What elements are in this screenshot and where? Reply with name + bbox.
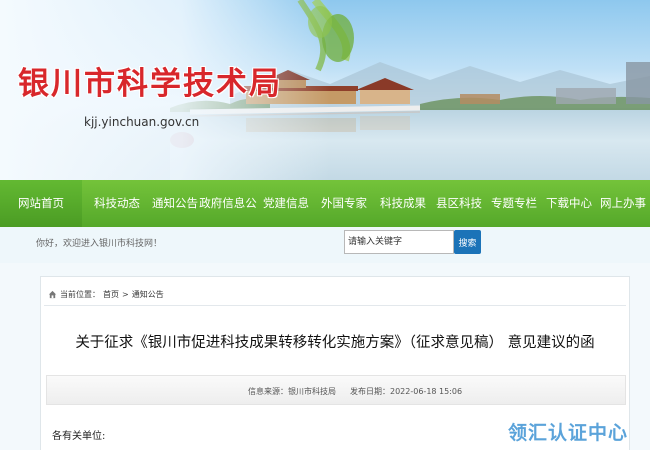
article-date: 发布日期：2022-06-18 15:06: [350, 386, 462, 397]
breadcrumb: 当前位置： 首页 > 通知公告: [48, 289, 164, 300]
home-icon: [48, 290, 57, 299]
welcome-text: 你好，欢迎进入银川市科技网！: [36, 239, 163, 249]
nav-item-tech-news[interactable]: 科技动态: [82, 180, 152, 227]
article-salutation: 各有关单位:: [52, 431, 106, 442]
date-label: 发布日期：: [350, 387, 390, 396]
nav-item-county-tech[interactable]: 县区科技: [432, 180, 486, 227]
search-input[interactable]: [344, 230, 454, 254]
nav-item-party-building[interactable]: 党建信息: [258, 180, 314, 227]
site-title-logo[interactable]: 银川市科学技术局: [18, 58, 282, 103]
main-nav-bar: 网站首页 科技动态 通知公告 政府信息公开 党建信息 外国专家 科技成果 县区科…: [0, 180, 650, 257]
header-banner: 银川市科学技术局 kjj.yinchuan.gov.cn: [0, 0, 650, 180]
source-value: 银川市科技局: [288, 387, 336, 396]
nav-item-online-services[interactable]: 网上办事: [596, 180, 650, 227]
breadcrumb-divider: [44, 305, 626, 306]
nav-item-downloads[interactable]: 下载中心: [542, 180, 596, 227]
breadcrumb-notices-link[interactable]: 通知公告: [132, 289, 164, 300]
breadcrumb-home-link[interactable]: 首页: [103, 289, 119, 300]
breadcrumb-separator: >: [122, 290, 129, 299]
date-value: 2022-06-18 15:06: [390, 387, 463, 396]
nav-item-foreign-experts[interactable]: 外国专家: [314, 180, 374, 227]
site-url: kjj.yinchuan.gov.cn: [84, 115, 200, 129]
nav-item-special-topics[interactable]: 专题专栏: [486, 180, 542, 227]
nav-item-home[interactable]: 网站首页: [0, 180, 82, 227]
breadcrumb-prefix: 当前位置：: [60, 290, 100, 299]
nav-item-gov-disclosure[interactable]: 政府信息公开: [198, 180, 258, 257]
search-button[interactable]: 搜索: [454, 230, 481, 254]
nav-item-tech-achievements[interactable]: 科技成果: [374, 180, 432, 227]
article-meta-box: [46, 375, 626, 405]
source-label: 信息来源：: [248, 387, 288, 396]
nav-item-notices[interactable]: 通知公告: [152, 180, 198, 227]
article-source: 信息来源：银川市科技局: [248, 386, 336, 397]
watermark-text: 领汇认证中心: [508, 422, 629, 444]
article-title: 关于征求《银川市促进科技成果转移转化实施方案》（征求意见稿） 意见建议的函: [75, 335, 595, 351]
